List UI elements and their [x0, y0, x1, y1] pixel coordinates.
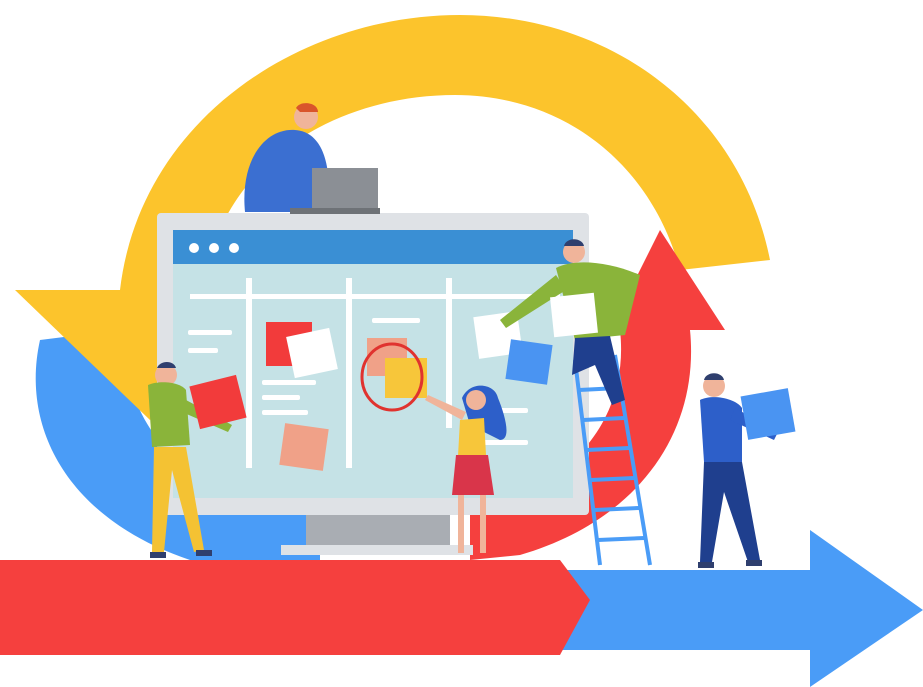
laptop-icon	[312, 168, 378, 212]
sticky-note-blue	[505, 339, 553, 385]
agile-workflow-illustration	[0, 15, 923, 687]
window-dot-icon	[209, 243, 219, 253]
sticky-note-peach	[279, 423, 329, 471]
window-dot-icon	[229, 243, 239, 253]
sticky-note-white	[286, 327, 338, 379]
sticky-note-blue	[740, 388, 796, 440]
window-dot-icon	[189, 243, 199, 253]
red-progress-arrow	[0, 560, 590, 655]
monitor-neck	[306, 515, 450, 547]
sticky-note-white	[550, 292, 598, 338]
person-right-carrying-note	[698, 373, 796, 568]
monitor-base	[281, 545, 473, 555]
